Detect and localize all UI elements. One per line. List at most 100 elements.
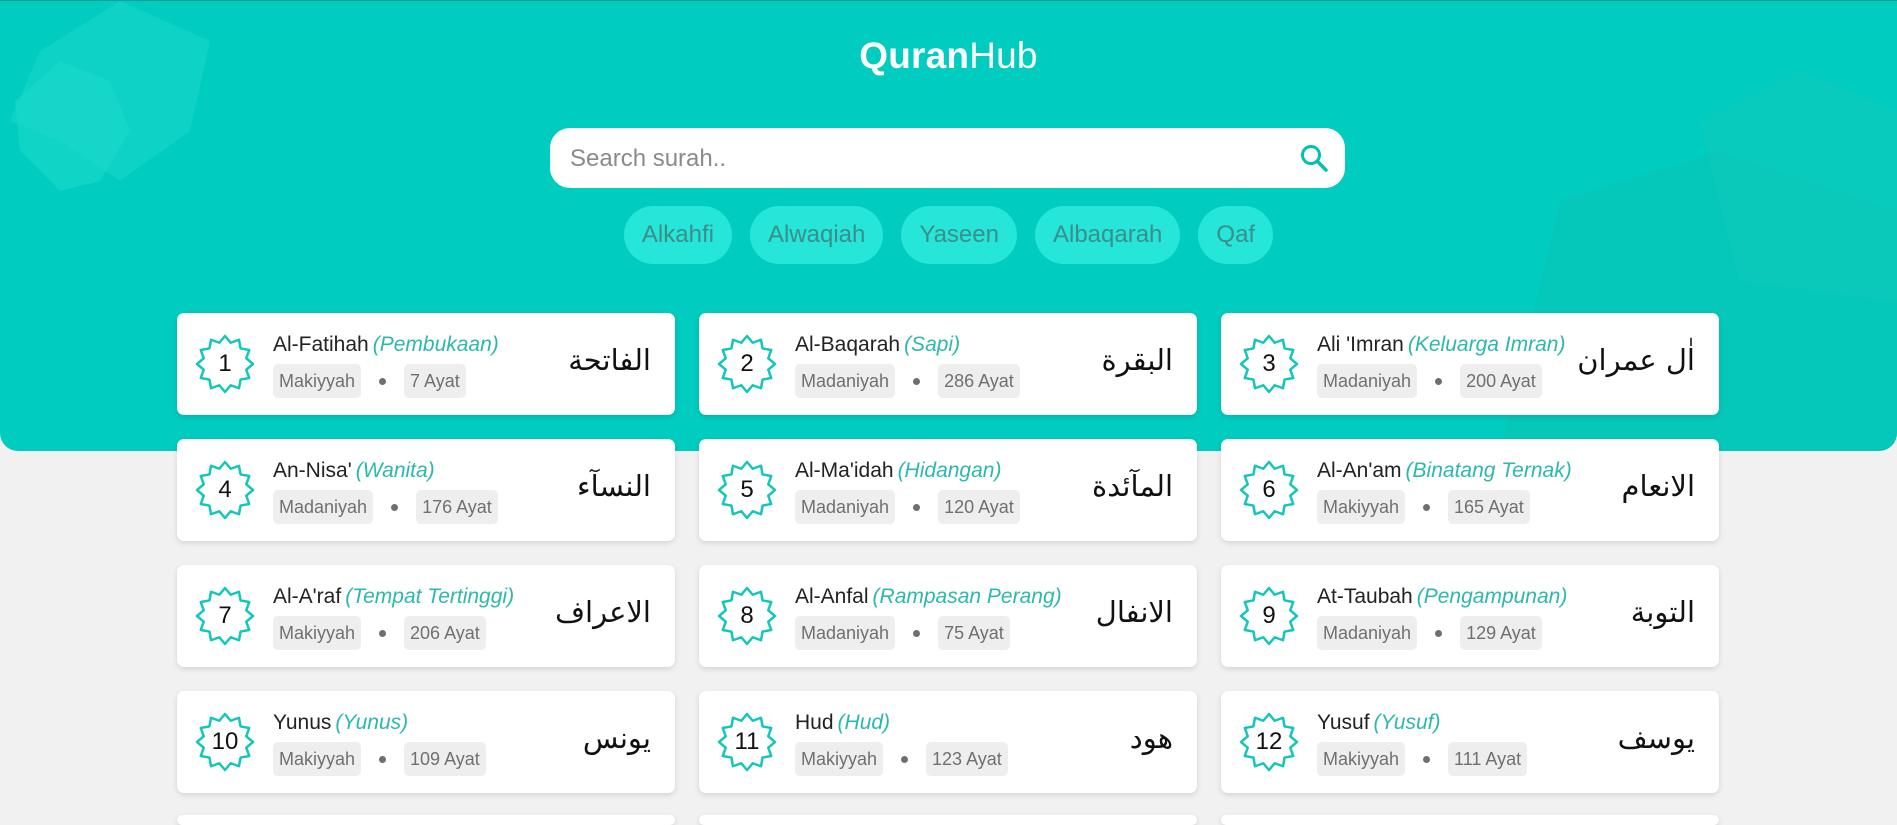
surah-card[interactable]: 1 Al-Fatihah (Pembukaan) Makiyyah 7 Ayat … — [177, 313, 675, 415]
surah-card[interactable]: 11 Hud (Hud) Makiyyah 123 Ayat هود — [699, 691, 1197, 793]
surah-name-line: An-Nisa' (Wanita) — [273, 459, 498, 483]
revelation-place-tag: Madaniyah — [1317, 616, 1418, 650]
surah-card[interactable]: 12 Yusuf (Yusuf) Makiyyah 111 Ayat يوسف — [1221, 691, 1719, 793]
surah-number: 5 — [740, 476, 754, 503]
chip-alkahfi[interactable]: Alkahfi — [623, 206, 732, 264]
verse-count-tag: 111 Ayat — [1448, 742, 1528, 776]
surah-number: 8 — [740, 602, 754, 629]
surah-number: 6 — [1262, 476, 1276, 503]
surah-translation: (Yusuf) — [1373, 711, 1441, 734]
revelation-place-tag: Madaniyah — [795, 490, 896, 524]
verse-count-tag: 165 Ayat — [1448, 490, 1530, 524]
surah-number: 1 — [218, 350, 232, 377]
revelation-place-tag: Makiyyah — [795, 742, 884, 776]
star-octagon-icon: 3 — [1239, 334, 1299, 394]
chip-qaf[interactable]: Qaf — [1198, 206, 1274, 264]
brand-logo[interactable]: QuranHub — [0, 35, 1897, 77]
search-icon[interactable] — [1299, 143, 1329, 173]
surah-translation: (Hidangan) — [897, 459, 1002, 482]
surah-name: Al-Fatihah — [273, 333, 369, 356]
surah-number: 11 — [734, 728, 760, 755]
surah-arabic-name: هود — [1129, 721, 1173, 755]
surah-name-line: Yunus (Yunus) — [273, 711, 486, 735]
surah-arabic-name: الانفال — [1095, 595, 1173, 629]
surah-card[interactable]: 10 Yunus (Yunus) Makiyyah 109 Ayat يونس — [177, 691, 675, 793]
surah-card[interactable]: 6 Al-An'am (Binatang Ternak) Makiyyah 165… — [1221, 439, 1719, 541]
verse-count-tag: 109 Ayat — [404, 742, 486, 776]
surah-name-line: Al-Baqarah (Sapi) — [795, 333, 1020, 357]
surah-number: 7 — [218, 602, 232, 629]
search-input[interactable] — [568, 128, 1289, 190]
verse-count-tag: 129 Ayat — [1460, 616, 1542, 650]
surah-name-line: Al-A'raf (Tempat Tertinggi) — [273, 585, 514, 609]
separator-dot — [913, 377, 921, 385]
verse-count-tag: 120 Ayat — [938, 490, 1020, 524]
separator-dot — [913, 629, 921, 637]
verse-count-tag: 200 Ayat — [1460, 364, 1542, 398]
surah-name: Al-Anfal — [795, 585, 869, 608]
separator-dot — [1423, 755, 1431, 763]
surah-number: 12 — [1255, 728, 1283, 755]
surah-name: Al-A'raf — [273, 585, 342, 608]
surah-name-line: Al-Fatihah (Pembukaan) — [273, 333, 499, 357]
quick-filter-chips: Alkahfi Alwaqiah Yaseen Albaqarah Qaf — [0, 206, 1897, 264]
star-octagon-icon: 2 — [717, 334, 777, 394]
surah-name: Hud — [795, 711, 834, 734]
star-octagon-icon: 12 — [1239, 712, 1299, 772]
surah-name: Al-An'am — [1317, 459, 1402, 482]
surah-translation: (Pengampunan) — [1416, 585, 1568, 608]
separator-dot — [391, 503, 399, 511]
brand-light: Hub — [969, 35, 1038, 76]
surah-number: 9 — [1262, 602, 1276, 629]
star-octagon-icon: 7 — [195, 586, 255, 646]
chip-albaqarah[interactable]: Albaqarah — [1034, 206, 1181, 264]
surah-number: 10 — [211, 728, 239, 755]
surah-name: Al-Ma'idah — [795, 459, 894, 482]
star-octagon-icon: 11 — [717, 712, 777, 772]
surah-number: 3 — [1262, 350, 1276, 377]
surah-translation: (Pembukaan) — [372, 333, 499, 356]
separator-dot — [913, 503, 921, 511]
star-octagon-icon: 8 — [717, 586, 777, 646]
surah-number: 4 — [218, 476, 232, 503]
verse-count-tag: 206 Ayat — [404, 616, 486, 650]
surah-arabic-name: يوسف — [1617, 721, 1695, 755]
surah-name: Yunus — [273, 711, 332, 734]
surah-card[interactable]: 8 Al-Anfal (Rampasan Perang) Madaniyah 75… — [699, 565, 1197, 667]
star-octagon-icon: 4 — [195, 460, 255, 520]
surah-card[interactable]: 4 An-Nisa' (Wanita) Madaniyah 176 Ayat ال… — [177, 439, 675, 541]
verse-count-tag: 176 Ayat — [416, 490, 498, 524]
surah-card-partial — [1221, 815, 1719, 825]
surah-card[interactable]: 3 Ali 'Imran (Keluarga Imran) Madaniyah 2… — [1221, 313, 1719, 415]
revelation-place-tag: Madaniyah — [1317, 364, 1418, 398]
surah-name-line: Al-An'am (Binatang Ternak) — [1317, 459, 1572, 483]
chip-yaseen[interactable]: Yaseen — [901, 206, 1017, 264]
star-octagon-icon: 1 — [195, 334, 255, 394]
separator-dot — [1435, 377, 1443, 385]
surah-grid: 1 Al-Fatihah (Pembukaan) Makiyyah 7 Ayat … — [177, 313, 1719, 793]
surah-arabic-name: الفاتحة — [568, 343, 651, 377]
surah-name-line: Al-Ma'idah (Hidangan) — [795, 459, 1020, 483]
surah-card[interactable]: 2 Al-Baqarah (Sapi) Madaniyah 286 Ayat ال… — [699, 313, 1197, 415]
surah-card[interactable]: 5 Al-Ma'idah (Hidangan) Madaniyah 120 Aya… — [699, 439, 1197, 541]
surah-arabic-name: اٰل عمران — [1577, 343, 1695, 377]
revelation-place-tag: Makiyyah — [1317, 742, 1406, 776]
surah-card-partial — [177, 815, 675, 825]
surah-arabic-name: البقرة — [1101, 343, 1173, 377]
surah-translation: (Hud) — [837, 711, 891, 734]
surah-card[interactable]: 9 At-Taubah (Pengampunan) Madaniyah 129 A… — [1221, 565, 1719, 667]
surah-name-line: At-Taubah (Pengampunan) — [1317, 585, 1567, 609]
surah-translation: (Wanita) — [355, 459, 435, 482]
surah-arabic-name: يونس — [582, 721, 651, 755]
star-octagon-icon: 6 — [1239, 460, 1299, 520]
revelation-place-tag: Madaniyah — [795, 364, 896, 398]
separator-dot — [1435, 629, 1443, 637]
surah-arabic-name: التوبة — [1630, 595, 1695, 629]
surah-arabic-name: النسآء — [577, 469, 651, 503]
verse-count-tag: 7 Ayat — [404, 364, 466, 398]
surah-translation: (Binatang Ternak) — [1405, 459, 1572, 482]
separator-dot — [379, 377, 387, 385]
chip-alwaqiah[interactable]: Alwaqiah — [749, 206, 884, 264]
surah-card[interactable]: 7 Al-A'raf (Tempat Tertinggi) Makiyyah 20… — [177, 565, 675, 667]
surah-translation: (Sapi) — [904, 333, 961, 356]
